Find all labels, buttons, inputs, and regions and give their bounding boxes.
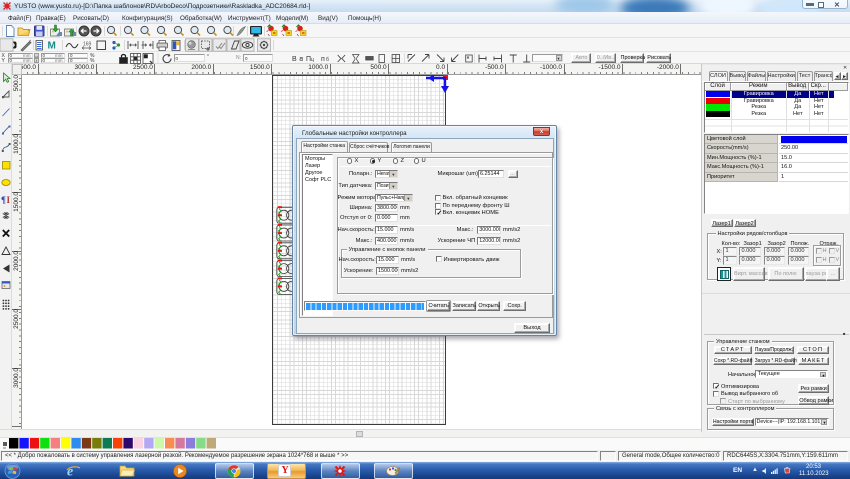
svg-text:M: M bbox=[48, 41, 56, 52]
svg-text:п: п bbox=[321, 56, 325, 63]
svg-text:I: I bbox=[7, 195, 11, 205]
svg-text:в: в bbox=[299, 56, 303, 63]
svg-text:В: В bbox=[292, 56, 297, 63]
svg-text:169: 169 bbox=[83, 42, 92, 48]
svg-text:б: б bbox=[326, 57, 329, 63]
svg-text:ц: ц bbox=[311, 57, 314, 63]
svg-text:¶: ¶ bbox=[1, 195, 6, 205]
svg-text:e: e bbox=[67, 465, 73, 479]
